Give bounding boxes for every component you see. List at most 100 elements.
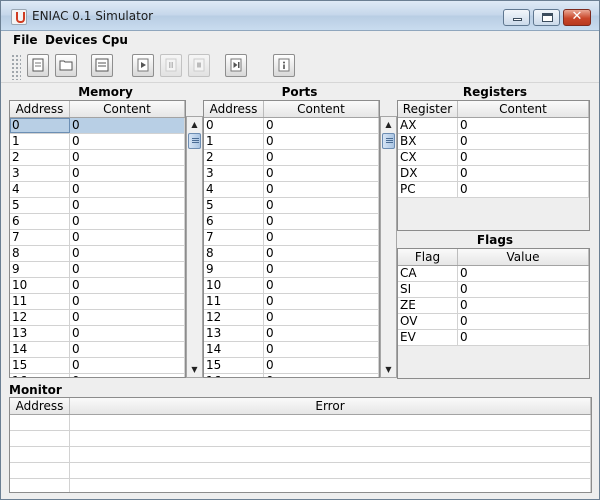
memory-row[interactable]: 12 0 — [10, 310, 185, 326]
memory-cell-key[interactable]: 12 — [10, 310, 70, 325]
memory-row[interactable]: 40 — [10, 182, 185, 198]
monitor-row[interactable] — [10, 463, 591, 479]
ports-cell-key[interactable]: 0 — [204, 118, 264, 133]
ports-cell-key[interactable]: 2 — [204, 150, 264, 165]
flags-cell-value[interactable]: 0 — [458, 266, 589, 281]
memory-cell-key[interactable]: 13 — [10, 326, 70, 341]
ports-row[interactable]: 13 0 — [204, 326, 379, 342]
memory-scroll-thumb[interactable] — [188, 133, 201, 149]
flags-cell-key[interactable]: OV — [398, 314, 458, 329]
memory-row[interactable]: 70 — [10, 230, 185, 246]
registers-row[interactable]: PC 0 — [398, 182, 589, 198]
monitor-cell-value[interactable] — [70, 479, 591, 492]
memory-row[interactable]: 20 — [10, 150, 185, 166]
monitor-cell-value[interactable] — [70, 431, 591, 446]
memory-cell-value[interactable]: 0 — [70, 214, 185, 229]
ports-cell-key[interactable]: 16 — [204, 374, 264, 377]
ports-cell-value[interactable]: 0 — [264, 342, 379, 357]
flags-row[interactable]: ZE 0 — [398, 298, 589, 314]
flags-cell-key[interactable]: SI — [398, 282, 458, 297]
pause-button[interactable] — [160, 54, 182, 77]
ports-row[interactable]: 90 — [204, 262, 379, 278]
ports-row[interactable]: 20 — [204, 150, 379, 166]
memory-row[interactable]: 90 — [10, 262, 185, 278]
memory-scrollbar[interactable]: ▲ ▼ — [186, 116, 203, 378]
monitor-row[interactable] — [10, 415, 591, 431]
ports-row[interactable]: 50 — [204, 198, 379, 214]
memory-cell-value[interactable]: 0 — [70, 342, 185, 357]
registers-cell-value[interactable]: 0 — [458, 166, 589, 181]
scroll-up-arrow-icon[interactable]: ▲ — [381, 117, 396, 132]
ports-cell-value[interactable]: 0 — [264, 150, 379, 165]
maximize-button[interactable] — [533, 9, 560, 26]
ports-row[interactable]: 00 — [204, 118, 379, 134]
memory-row[interactable]: 60 — [10, 214, 185, 230]
ports-row[interactable]: 160 — [204, 374, 379, 377]
registers-cell-value[interactable]: 0 — [458, 118, 589, 133]
flags-col-value[interactable]: Value — [458, 249, 589, 265]
flags-table[interactable]: Flag Value CA 0 SI 0 ZE 0 OV 0 EV 0 — [397, 248, 590, 379]
registers-cell-value[interactable]: 0 — [458, 134, 589, 149]
stop-button[interactable] — [188, 54, 210, 77]
registers-col-content[interactable]: Content — [458, 101, 589, 117]
ports-row[interactable]: 11 0 — [204, 294, 379, 310]
memory-cell-key[interactable]: 1 — [10, 134, 70, 149]
memory-cell-value[interactable]: 0 — [70, 326, 185, 341]
ports-cell-value[interactable]: 0 — [264, 198, 379, 213]
ports-cell-key[interactable]: 5 — [204, 198, 264, 213]
monitor-col-error[interactable]: Error — [70, 398, 591, 414]
registers-cell-key[interactable]: AX — [398, 118, 458, 133]
ports-cell-key[interactable]: 6 — [204, 214, 264, 229]
memory-cell-value[interactable]: 0 — [70, 262, 185, 277]
monitor-row[interactable] — [10, 447, 591, 463]
new-button[interactable] — [27, 54, 49, 77]
registers-cell-key[interactable]: CX — [398, 150, 458, 165]
registers-cell-key[interactable]: PC — [398, 182, 458, 197]
flags-col-flag[interactable]: Flag — [398, 249, 458, 265]
ports-cell-value[interactable]: 0 — [264, 294, 379, 309]
ports-row[interactable]: 15 0 — [204, 358, 379, 374]
registers-cell-key[interactable]: DX — [398, 166, 458, 181]
memory-row[interactable]: 00 — [10, 118, 185, 134]
ports-cell-key[interactable]: 10 — [204, 278, 264, 293]
ports-cell-value[interactable]: 0 — [264, 230, 379, 245]
ports-cell-key[interactable]: 15 — [204, 358, 264, 373]
memory-row[interactable]: 10 — [10, 134, 185, 150]
ports-scrollbar[interactable]: ▲ ▼ — [380, 116, 397, 378]
step-button[interactable] — [225, 54, 247, 77]
monitor-cell-key[interactable] — [10, 447, 70, 462]
flags-cell-key[interactable]: EV — [398, 330, 458, 345]
memory-cell-key[interactable]: 0 — [10, 118, 70, 133]
registers-col-register[interactable]: Register — [398, 101, 458, 117]
about-button[interactable] — [273, 54, 295, 77]
flags-cell-key[interactable]: CA — [398, 266, 458, 281]
ports-cell-value[interactable]: 0 — [264, 326, 379, 341]
ports-cell-key[interactable]: 8 — [204, 246, 264, 261]
ports-row[interactable]: 10 0 — [204, 278, 379, 294]
ports-row[interactable]: 30 — [204, 166, 379, 182]
ports-cell-value[interactable]: 0 — [264, 358, 379, 373]
memory-cell-key[interactable]: 14 — [10, 342, 70, 357]
memory-cell-key[interactable]: 10 — [10, 278, 70, 293]
memory-cell-value[interactable]: 0 — [70, 118, 185, 133]
memory-cell-key[interactable]: 11 — [10, 294, 70, 309]
ports-row[interactable]: 70 — [204, 230, 379, 246]
memory-cell-value[interactable]: 0 — [70, 134, 185, 149]
ports-cell-key[interactable]: 3 — [204, 166, 264, 181]
ports-cell-key[interactable]: 14 — [204, 342, 264, 357]
registers-row[interactable]: DX 0 — [398, 166, 589, 182]
menu-devices[interactable]: Devices — [45, 33, 97, 47]
monitor-row[interactable] — [10, 431, 591, 447]
monitor-cell-key[interactable] — [10, 479, 70, 492]
memory-row[interactable]: 80 — [10, 246, 185, 262]
memory-cell-key[interactable]: 7 — [10, 230, 70, 245]
registers-cell-key[interactable]: BX — [398, 134, 458, 149]
memory-cell-value[interactable]: 0 — [70, 182, 185, 197]
memory-cell-key[interactable]: 6 — [10, 214, 70, 229]
ports-cell-key[interactable]: 4 — [204, 182, 264, 197]
ports-cell-key[interactable]: 13 — [204, 326, 264, 341]
ports-cell-key[interactable]: 11 — [204, 294, 264, 309]
monitor-cell-key[interactable] — [10, 431, 70, 446]
ports-row[interactable]: 10 — [204, 134, 379, 150]
ports-cell-value[interactable]: 0 — [264, 374, 379, 377]
